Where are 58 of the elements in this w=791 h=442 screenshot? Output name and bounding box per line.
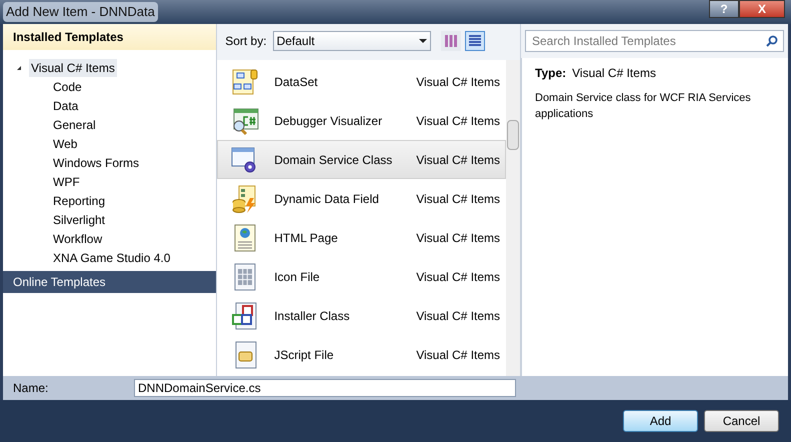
template-row[interactable]: Dynamic Data Field Visual C# Items	[217, 179, 506, 218]
sidebar-header: Installed Templates	[3, 24, 216, 50]
template-row[interactable]: Icon File Visual C# Items	[217, 257, 506, 296]
template-category: Visual C# Items	[416, 190, 500, 208]
template-row[interactable]: Installer Class Visual C# Items	[217, 296, 506, 335]
template-category: Visual C# Items	[416, 152, 500, 168]
template-name: Icon File	[274, 268, 321, 286]
tree-item[interactable]: XNA Game Studio 4.0	[53, 248, 170, 266]
description-text: Domain Service class for WCF RIA Services applications	[535, 91, 752, 122]
tree-item[interactable]: Silverlight	[53, 210, 106, 228]
template-category: Visual C# Items	[416, 112, 500, 130]
template-name: Dynamic Data Field	[274, 190, 380, 208]
search-icon	[766, 35, 778, 47]
tree-item[interactable]: WPF	[53, 172, 80, 190]
template-row[interactable]: Debugger Visualizer Visual C# Items	[217, 101, 506, 140]
window-title: Add New Item - DNNData	[3, 2, 158, 22]
template-name: HTML Page	[274, 230, 339, 246]
online-templates-bar[interactable]: Online Templates	[3, 271, 216, 293]
type-value: Visual C# Items	[572, 65, 656, 82]
template-row[interactable]: JScript File Visual C# Items	[217, 335, 506, 374]
tree-item[interactable]: General	[53, 116, 96, 134]
search-field[interactable]: Search Installed Templates	[525, 30, 784, 52]
template-row[interactable]: DataSet Visual C# Items	[217, 62, 506, 101]
template-category: Visual C# Items	[416, 230, 500, 246]
template-name: JScript File	[274, 346, 335, 364]
list-view-icon	[468, 35, 481, 47]
list-view-button[interactable]	[464, 31, 485, 51]
sort-dropdown[interactable]: Default	[272, 31, 431, 51]
template-name: Debugger Visualizer	[274, 112, 384, 130]
template-name: Installer Class	[274, 308, 351, 324]
template-row[interactable]: Domain Service Class Visual C# Items	[217, 140, 506, 179]
template-category: Visual C# Items	[416, 74, 500, 90]
name-field[interactable]: DNNDomainService.cs	[134, 379, 516, 397]
template-category: Visual C# Items	[416, 346, 500, 364]
template-row[interactable]: HTML Page Visual C# Items	[217, 218, 506, 257]
tree-item[interactable]: Data	[53, 96, 78, 114]
tree-item[interactable]: Workflow	[53, 230, 102, 248]
template-name: Domain Service Class	[274, 152, 394, 168]
add-button[interactable]: Add	[623, 410, 698, 432]
type-label: Type:	[535, 65, 566, 82]
grid-view-button[interactable]	[440, 31, 461, 51]
template-name: DataSet	[274, 74, 319, 90]
expand-arrow-icon[interactable]	[17, 66, 21, 70]
name-label: Name:	[13, 380, 50, 397]
columns-view-icon	[444, 35, 457, 47]
cancel-button[interactable]: Cancel	[704, 410, 779, 432]
tree-item[interactable]: Windows Forms	[53, 154, 140, 172]
tree-item[interactable]: Web	[53, 134, 78, 152]
scrollbar[interactable]	[506, 60, 520, 376]
dataset-icon	[230, 66, 260, 96]
tree-item[interactable]: Visual C# Items	[29, 58, 117, 76]
tree-item[interactable]: Reporting	[53, 192, 106, 210]
tree-item[interactable]: Code	[53, 78, 82, 96]
sort-label: Sort by:	[225, 33, 267, 50]
template-category: Visual C# Items	[416, 308, 500, 324]
template-category: Visual C# Items	[416, 268, 500, 286]
close-button[interactable]: X	[739, 0, 785, 18]
dropdown-arrow-icon	[418, 39, 427, 43]
